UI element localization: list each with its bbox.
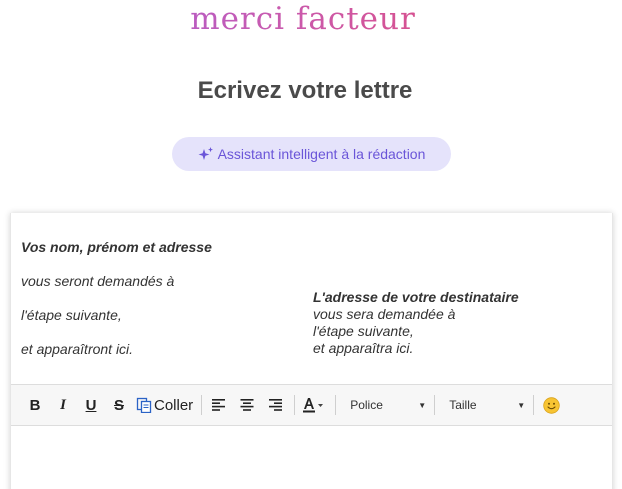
align-left-icon: [212, 399, 226, 411]
recipient-line: vous sera demandée à: [313, 306, 456, 322]
align-left-button[interactable]: [208, 393, 230, 417]
recipient-placeholder: L'adresse de votre destinataire vous ser…: [313, 289, 519, 357]
italic-icon: I: [60, 396, 66, 413]
underline-button[interactable]: U: [80, 393, 102, 417]
sender-line: vous seront demandés à: [21, 273, 175, 289]
page: merci facteur Ecrivez votre lettre Assis…: [0, 0, 622, 489]
paste-button[interactable]: Coller: [136, 393, 193, 417]
toolbar-divider: [201, 395, 203, 415]
toolbar-divider: [294, 395, 296, 415]
bold-button[interactable]: B: [24, 393, 46, 417]
toolbar-divider: [533, 395, 535, 415]
recipient-line: l'étape suivante,: [313, 323, 414, 339]
letter-body-editor[interactable]: [11, 426, 612, 489]
font-size-select[interactable]: Taille ▼: [441, 393, 531, 417]
text-color-button[interactable]: [301, 393, 327, 417]
toolbar-divider: [434, 395, 436, 415]
emoji-icon: [542, 396, 560, 414]
sparkle-icon: [198, 146, 214, 162]
sender-title: Vos nom, prénom et adresse: [21, 239, 212, 255]
sender-placeholder: Vos nom, prénom et adresse vous seront d…: [21, 222, 212, 375]
recipient-line: et apparaîtra ici.: [313, 340, 414, 356]
sender-line: et apparaîtront ici.: [21, 341, 134, 357]
font-size-select-value: Taille: [449, 398, 477, 412]
toolbar-divider: [335, 395, 337, 415]
paste-icon: [136, 397, 152, 413]
assistant-button-label: Assistant intelligent à la rédaction: [217, 146, 426, 162]
paste-label: Coller: [154, 396, 194, 414]
assistant-button[interactable]: Assistant intelligent à la rédaction: [172, 137, 451, 171]
emoji-button[interactable]: [540, 393, 562, 417]
underline-icon: U: [85, 396, 97, 414]
align-right-button[interactable]: [264, 393, 286, 417]
brand-logo[interactable]: merci facteur: [0, 0, 606, 38]
chevron-down-icon: ▼: [418, 400, 427, 410]
font-family-select[interactable]: Police ▼: [342, 393, 432, 417]
font-family-select-value: Police: [350, 398, 383, 412]
editor-toolbar: B I U S Coller Police ▼ Taille ▼: [11, 384, 612, 426]
align-right-icon: [268, 399, 283, 411]
sender-line: l'étape suivante,: [21, 307, 122, 323]
strikethrough-button[interactable]: S: [108, 393, 130, 417]
bold-icon: B: [29, 396, 41, 414]
italic-button[interactable]: I: [52, 393, 74, 417]
align-center-button[interactable]: [236, 393, 258, 417]
strikethrough-icon: S: [113, 396, 124, 414]
text-color-icon: [302, 397, 326, 413]
letter-editor: Vos nom, prénom et adresse vous seront d…: [10, 213, 613, 489]
chevron-down-icon: ▼: [517, 400, 526, 410]
page-title: Ecrivez votre lettre: [197, 77, 413, 104]
recipient-title: L'adresse de votre destinataire: [313, 289, 519, 305]
align-center-icon: [240, 399, 254, 411]
